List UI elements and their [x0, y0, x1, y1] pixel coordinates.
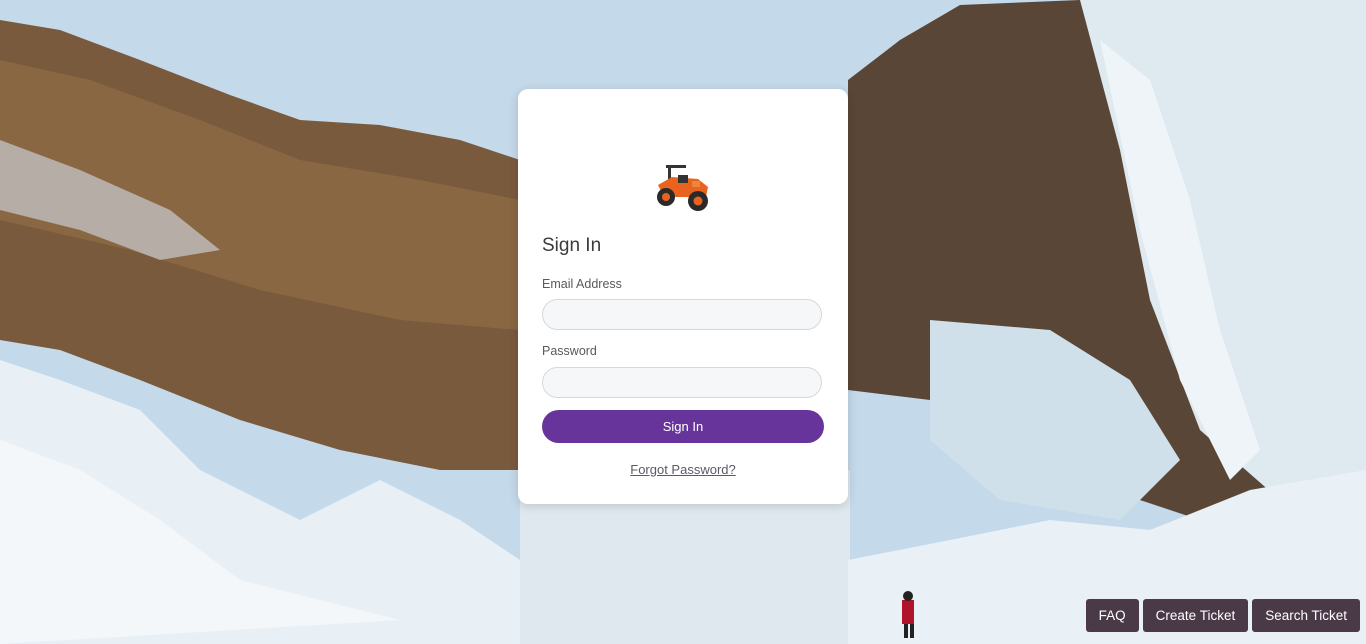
login-card: Sign In Email Address Password Sign In F…	[518, 89, 848, 504]
forgot-password-container: Forgot Password?	[518, 462, 848, 477]
password-label: Password	[542, 344, 597, 358]
faq-button[interactable]: FAQ	[1085, 599, 1139, 632]
tractor-icon	[652, 155, 716, 215]
create-ticket-button[interactable]: Create Ticket	[1142, 599, 1249, 632]
email-field[interactable]	[542, 299, 822, 330]
forgot-password-link[interactable]: Forgot Password?	[630, 462, 736, 477]
password-field[interactable]	[542, 367, 822, 398]
email-label: Email Address	[542, 277, 622, 291]
footer-button-group: FAQ Create Ticket Search Ticket	[1085, 599, 1360, 632]
search-ticket-button[interactable]: Search Ticket	[1252, 599, 1360, 632]
sign-in-button[interactable]: Sign In	[542, 410, 824, 443]
sign-in-title: Sign In	[542, 235, 602, 256]
